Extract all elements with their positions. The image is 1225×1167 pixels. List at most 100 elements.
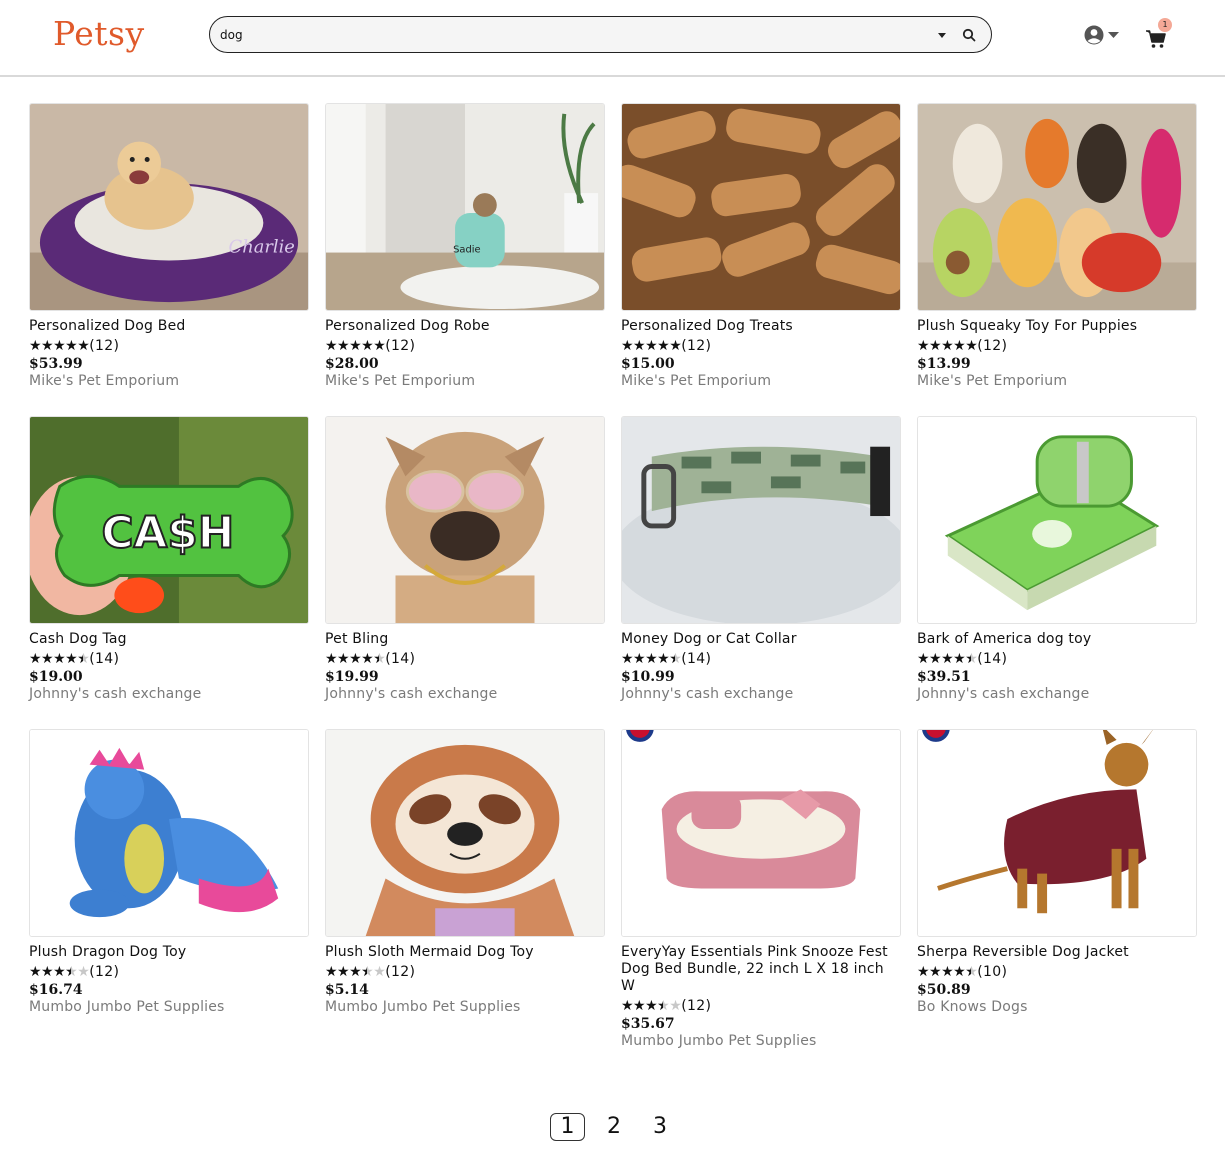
product-card[interactable]: Personalized Dog Treats ★★★★★(12) $15.00… bbox=[621, 103, 901, 416]
page-link-3[interactable]: 3 bbox=[643, 1114, 677, 1140]
cart-button[interactable]: 1 bbox=[1145, 18, 1177, 48]
star-rating: ★★★★★★ bbox=[621, 651, 682, 667]
star-rating: ★★★★★★ bbox=[325, 964, 386, 980]
product-title[interactable]: Cash Dog Tag bbox=[29, 631, 309, 648]
search-icon[interactable] bbox=[961, 27, 977, 43]
star-rating: ★★★★★★ bbox=[621, 998, 682, 1014]
product-rating: ★★★★★(12) bbox=[325, 337, 605, 355]
product-rating: ★★★★★★(12) bbox=[325, 963, 605, 981]
product-title[interactable]: EveryYay Essentials Pink Snooze Fest Dog… bbox=[621, 944, 901, 995]
product-card[interactable]: Plush Sloth Mermaid Dog Toy ★★★★★★(12) $… bbox=[325, 729, 605, 1050]
product-rating: ★★★★★★(14) bbox=[325, 650, 605, 668]
product-card[interactable]: Money Dog or Cat Collar ★★★★★★(14) $10.9… bbox=[621, 416, 901, 729]
product-image-money-toy[interactable] bbox=[917, 416, 1197, 624]
product-rating: ★★★★★★(14) bbox=[917, 650, 1197, 668]
product-rating: ★★★★★★(14) bbox=[29, 650, 309, 668]
product-price: $13.99 bbox=[917, 356, 971, 372]
product-title[interactable]: Bark of America dog toy bbox=[917, 631, 1197, 648]
product-price: $15.00 bbox=[621, 356, 675, 372]
svg-text:Charlie: Charlie bbox=[229, 237, 295, 258]
top-nav: Petsy 1 bbox=[0, 0, 1225, 77]
product-price: $53.99 bbox=[29, 356, 83, 372]
product-title[interactable]: Personalized Dog Treats bbox=[621, 318, 901, 335]
product-grid: Charlie Personalized Dog Bed ★★★★★(12) $… bbox=[29, 103, 1199, 1050]
product-image-cash-dog-tag[interactable]: CA$H bbox=[29, 416, 309, 624]
review-count: (12) bbox=[681, 338, 712, 354]
product-title[interactable]: Personalized Dog Bed bbox=[29, 318, 309, 335]
product-card[interactable]: Pet Bling ★★★★★★(14) $19.99 Johnny's cas… bbox=[325, 416, 605, 729]
product-rating: ★★★★★(12) bbox=[917, 337, 1197, 355]
product-image-plush-dragon[interactable] bbox=[29, 729, 309, 937]
review-count: (14) bbox=[385, 651, 416, 667]
page-link-1[interactable]: 1 bbox=[550, 1113, 585, 1141]
search-input[interactable] bbox=[220, 25, 910, 45]
product-card[interactable]: EveryYay Essentials Pink Snooze Fest Dog… bbox=[621, 729, 901, 1050]
product-title[interactable]: Plush Sloth Mermaid Dog Toy bbox=[325, 944, 605, 961]
product-price: $19.99 bbox=[325, 669, 379, 685]
review-count: (12) bbox=[385, 338, 416, 354]
shop-name[interactable]: Mike's Pet Emporium bbox=[325, 373, 605, 390]
shop-name[interactable]: Johnny's cash exchange bbox=[29, 686, 309, 703]
user-circle-icon[interactable] bbox=[1083, 24, 1123, 46]
product-title[interactable]: Plush Dragon Dog Toy bbox=[29, 944, 309, 961]
product-image-plush-toys[interactable] bbox=[917, 103, 1197, 311]
product-rating: ★★★★★(12) bbox=[29, 337, 309, 355]
review-count: (12) bbox=[681, 998, 712, 1014]
product-title[interactable]: Plush Squeaky Toy For Puppies bbox=[917, 318, 1197, 335]
product-title[interactable]: Money Dog or Cat Collar bbox=[621, 631, 901, 648]
shop-name[interactable]: Bo Knows Dogs bbox=[917, 999, 1197, 1016]
shop-name[interactable]: Mike's Pet Emporium bbox=[29, 373, 309, 390]
search-dropdown-caret-icon[interactable] bbox=[935, 28, 949, 42]
product-card[interactable]: Plush Squeaky Toy For Puppies ★★★★★(12) … bbox=[917, 103, 1197, 416]
product-image-dog-treats[interactable] bbox=[621, 103, 901, 311]
svg-text:Sadie: Sadie bbox=[453, 245, 481, 256]
product-card[interactable]: Bark of America dog toy ★★★★★★(14) $39.5… bbox=[917, 416, 1197, 729]
product-price: $28.00 bbox=[325, 356, 379, 372]
shop-name[interactable]: Johnny's cash exchange bbox=[621, 686, 901, 703]
product-card[interactable]: Charlie Personalized Dog Bed ★★★★★(12) $… bbox=[29, 103, 309, 416]
product-image-dog-robe[interactable]: Sadie bbox=[325, 103, 605, 311]
product-card[interactable]: Sherpa Reversible Dog Jacket ★★★★★★(10) … bbox=[917, 729, 1197, 1050]
product-image-money-collar[interactable] bbox=[621, 416, 901, 624]
product-title[interactable]: Sherpa Reversible Dog Jacket bbox=[917, 944, 1197, 961]
shop-name[interactable]: Mike's Pet Emporium bbox=[917, 373, 1197, 390]
product-card[interactable]: Sadie Personalized Dog Robe ★★★★★(12) $2… bbox=[325, 103, 605, 416]
shop-name[interactable]: Mumbo Jumbo Pet Supplies bbox=[29, 999, 309, 1016]
shop-name[interactable]: Johnny's cash exchange bbox=[325, 686, 605, 703]
product-image-plush-sloth[interactable] bbox=[325, 729, 605, 937]
product-image-dog-jacket[interactable] bbox=[917, 729, 1197, 937]
review-count: (12) bbox=[89, 338, 120, 354]
product-image-pet-bling[interactable] bbox=[325, 416, 605, 624]
product-card[interactable]: CA$H Cash Dog Tag ★★★★★★(14) $19.00 John… bbox=[29, 416, 309, 729]
product-price: $39.51 bbox=[917, 669, 971, 685]
product-price: $19.00 bbox=[29, 669, 83, 685]
product-title[interactable]: Personalized Dog Robe bbox=[325, 318, 605, 335]
pagination: 1 2 3 bbox=[550, 1113, 689, 1141]
product-price: $50.89 bbox=[917, 982, 971, 998]
product-card[interactable]: Plush Dragon Dog Toy ★★★★★★(12) $16.74 M… bbox=[29, 729, 309, 1050]
star-rating: ★★★★★★ bbox=[29, 651, 90, 667]
product-price: $35.67 bbox=[621, 1016, 675, 1032]
product-price: $16.74 bbox=[29, 982, 83, 998]
page-link-2[interactable]: 2 bbox=[597, 1114, 631, 1140]
shop-name[interactable]: Mumbo Jumbo Pet Supplies bbox=[325, 999, 605, 1016]
shop-name[interactable]: Mike's Pet Emporium bbox=[621, 373, 901, 390]
star-rating: ★★★★★★ bbox=[917, 651, 978, 667]
product-rating: ★★★★★★(10) bbox=[917, 963, 1197, 981]
product-rating: ★★★★★★(14) bbox=[621, 650, 901, 668]
star-rating: ★★★★★ bbox=[325, 338, 386, 354]
shop-name[interactable]: Mumbo Jumbo Pet Supplies bbox=[621, 1033, 901, 1050]
review-count: (14) bbox=[681, 651, 712, 667]
product-title[interactable]: Pet Bling bbox=[325, 631, 605, 648]
review-count: (12) bbox=[89, 964, 120, 980]
product-rating: ★★★★★★(12) bbox=[29, 963, 309, 981]
search-bar bbox=[209, 16, 992, 53]
petsy-logo[interactable]: Petsy bbox=[53, 14, 145, 53]
shop-name[interactable]: Johnny's cash exchange bbox=[917, 686, 1197, 703]
product-price: $5.14 bbox=[325, 982, 369, 998]
product-image-pink-dog-bed[interactable] bbox=[621, 729, 901, 937]
product-image-dog-bed[interactable]: Charlie bbox=[29, 103, 309, 311]
review-count: (10) bbox=[977, 964, 1008, 980]
review-count: (14) bbox=[89, 651, 120, 667]
star-rating: ★★★★★★ bbox=[917, 964, 978, 980]
